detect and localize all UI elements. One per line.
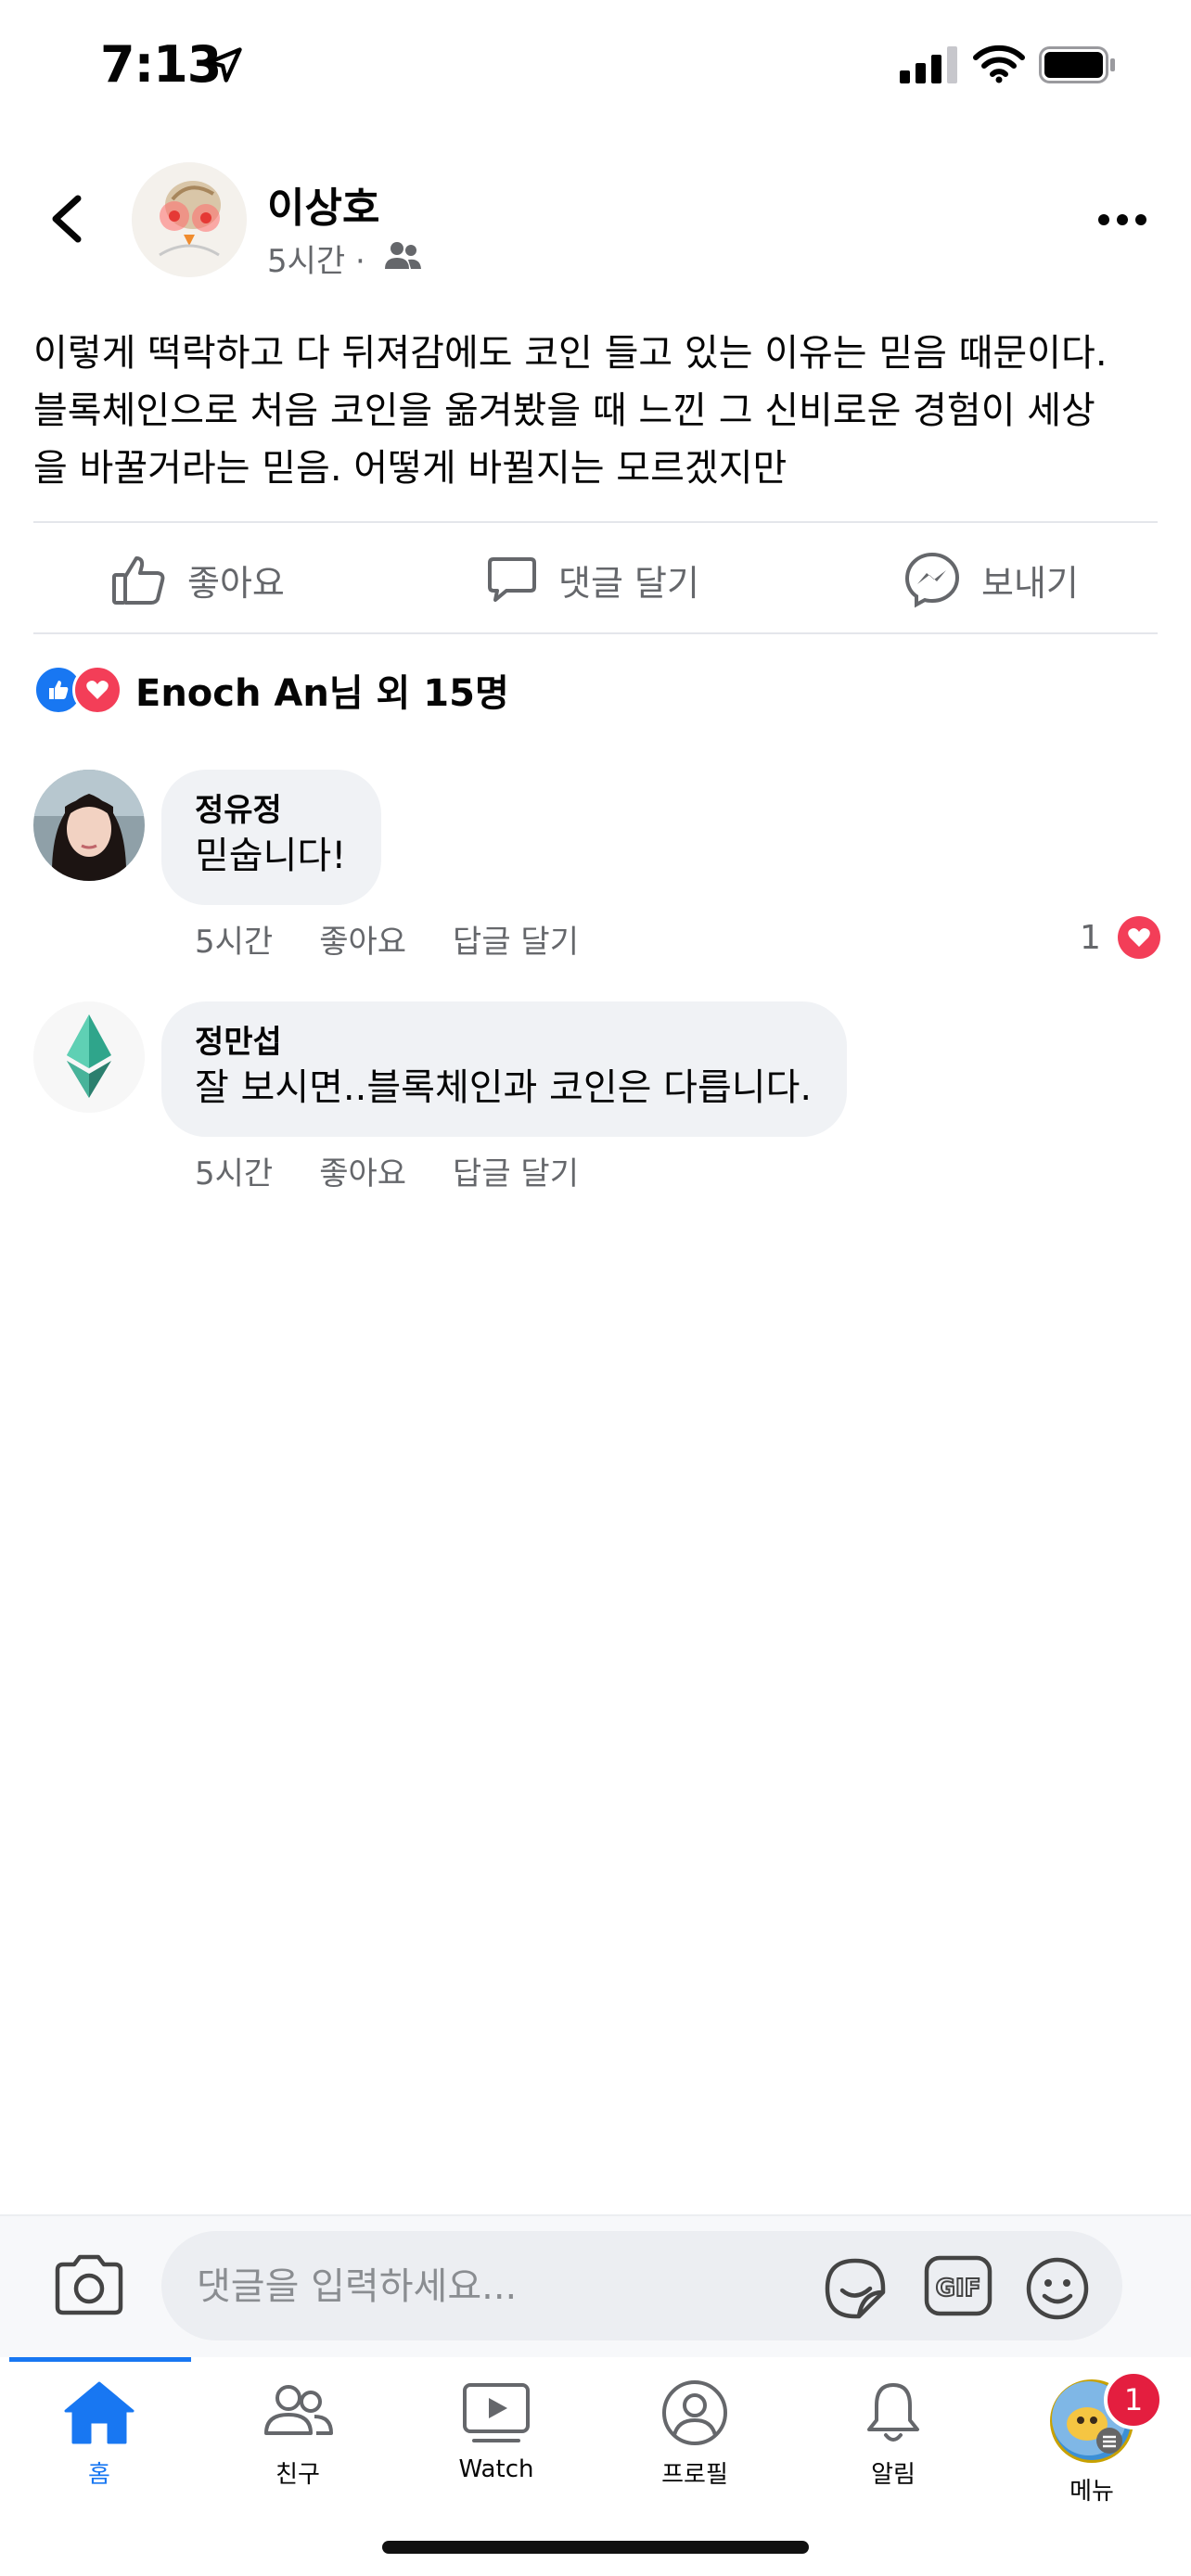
reactions-summary[interactable]: Enoch An님 외 15명	[33, 664, 509, 716]
home-indicator	[382, 2541, 809, 2554]
more-options-icon[interactable]	[1095, 206, 1150, 234]
comment-text: 믿숩니다!	[195, 835, 347, 877]
post-text-line: 블록체인으로 처음 코인을 옮겨봤을 때 느낀 그 신비로운 경험이 세상	[33, 389, 1095, 432]
post-text-line: 을 바꿀거라는 믿음. 어떻게 바뀔지는 모르겠지만	[33, 447, 788, 490]
comment-bubble[interactable]: 정유정 믿숩니다!	[161, 770, 382, 905]
commenter-avatar[interactable]	[33, 1001, 145, 1113]
comment-bubble-icon	[488, 557, 536, 602]
comment-time: 5시간	[195, 1155, 274, 1192]
svg-text:GIF: GIF	[936, 2275, 981, 2302]
comment-bubble[interactable]: 정만섭 잘 보시면..블록체인과 코인은 다릅니다.	[161, 1001, 848, 1137]
cellular-signal-icon	[900, 46, 957, 83]
comment-reply-link[interactable]: 답글 달기	[453, 1148, 579, 1193]
author-name[interactable]: 이상호	[267, 174, 379, 234]
like-label: 좋아요	[187, 562, 285, 604]
divider	[33, 632, 1158, 634]
comment-like-link[interactable]: 좋아요	[319, 916, 406, 962]
comment-reaction-number: 1	[1080, 918, 1101, 957]
divider	[33, 521, 1158, 523]
thumbs-up-icon	[112, 556, 165, 605]
wifi-icon	[973, 45, 1025, 83]
emoji-icon[interactable]	[1024, 2255, 1091, 2322]
nav-label: Watch	[458, 2455, 534, 2483]
reactions-count-text: Enoch An님 외 15명	[135, 672, 509, 715]
commenter-name[interactable]: 정유정	[195, 790, 346, 831]
messenger-icon	[904, 552, 960, 608]
camera-icon[interactable]	[52, 2251, 126, 2318]
nav-home[interactable]: 홈	[0, 2379, 198, 2490]
nav-profile[interactable]: 프로필	[596, 2379, 794, 2490]
post-body: 이렇게 떡락하고 다 뒤져감에도 코인 들고 있는 이유는 믿음 때문이다. 블…	[33, 325, 1165, 497]
post-timestamp: 5시간 ·	[267, 243, 365, 280]
send-label: 보내기	[981, 562, 1079, 604]
nav-label: 프로필	[661, 2461, 728, 2489]
bell-icon	[867, 2383, 919, 2442]
love-reaction-icon	[72, 665, 122, 715]
commenter-avatar[interactable]	[33, 770, 145, 881]
comment-time: 5시간	[195, 924, 274, 961]
status-time: 7:13	[100, 35, 222, 94]
friends-audience-icon	[385, 242, 421, 269]
comment-reply-link[interactable]: 답글 달기	[453, 916, 579, 962]
comment-button[interactable]: 댓글 달기	[486, 538, 699, 621]
comment-meta: 5시간 좋아요 답글 달기	[195, 916, 625, 962]
comment-like-link[interactable]: 좋아요	[319, 1148, 406, 1193]
nav-label: 알림	[871, 2461, 916, 2489]
comment-reaction-count[interactable]: 1	[1080, 916, 1160, 959]
like-button[interactable]: 좋아요	[111, 538, 285, 621]
comment-label: 댓글 달기	[558, 562, 699, 604]
nav-label: 홈	[88, 2461, 110, 2489]
nav-friends[interactable]: 친구	[198, 2379, 397, 2490]
notification-badge: 1	[1104, 2370, 1163, 2429]
gif-icon[interactable]: GIF	[924, 2255, 992, 2316]
location-arrow-icon	[207, 47, 242, 83]
active-tab-indicator	[9, 2357, 191, 2362]
watch-icon	[463, 2383, 530, 2442]
send-button[interactable]: 보내기	[903, 538, 1079, 621]
nav-label: 메뉴	[1069, 2478, 1114, 2506]
commenter-name[interactable]: 정만섭	[195, 1022, 812, 1063]
battery-icon	[1039, 46, 1115, 83]
author-avatar[interactable]	[132, 162, 247, 277]
profile-icon	[662, 2380, 727, 2445]
love-reaction-icon	[1117, 916, 1160, 959]
nav-watch[interactable]: Watch	[397, 2379, 596, 2483]
nav-notifications[interactable]: 알림	[794, 2379, 992, 2490]
post-text-line: 이렇게 떡락하고 다 뒤져감에도 코인 들고 있는 이유는 믿음 때문이다.	[33, 332, 1108, 375]
home-icon	[64, 2381, 134, 2444]
sticker-icon[interactable]	[822, 2255, 889, 2322]
nav-label: 친구	[275, 2461, 320, 2489]
comment-input[interactable]	[195, 2259, 792, 2315]
back-chevron-icon[interactable]	[37, 185, 96, 252]
friends-icon	[264, 2385, 333, 2435]
comment-meta: 5시간 좋아요 답글 달기	[195, 1148, 625, 1193]
comment-text: 잘 보시면..블록체인과 코인은 다릅니다.	[195, 1066, 813, 1109]
